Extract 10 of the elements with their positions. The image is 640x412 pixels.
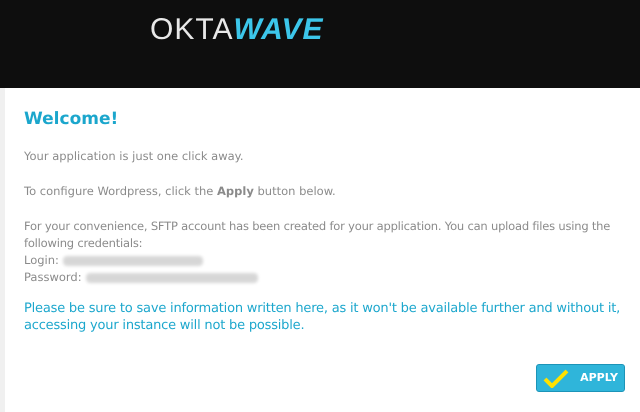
warning-text: Please be sure to save information written here, as it won't be available further and without it, accessing your instance will not be possible. bbox=[24, 300, 622, 334]
sftp-note: For your convenience, SFTP account has been created for your application. You can upload files using the following credentials: bbox=[24, 218, 612, 252]
credential-label: Password: bbox=[24, 269, 82, 286]
info-text: To configure Wordpress, click the Apply button below. bbox=[24, 183, 336, 200]
logo: OKTAWAVE bbox=[150, 12, 324, 48]
apply-button[interactable]: APPLY bbox=[536, 364, 625, 392]
info-text: Your application is just one click away. bbox=[24, 148, 244, 165]
credential-label: Login: bbox=[24, 252, 59, 269]
check-icon bbox=[543, 368, 569, 388]
welcome-title: Welcome! bbox=[24, 108, 118, 130]
